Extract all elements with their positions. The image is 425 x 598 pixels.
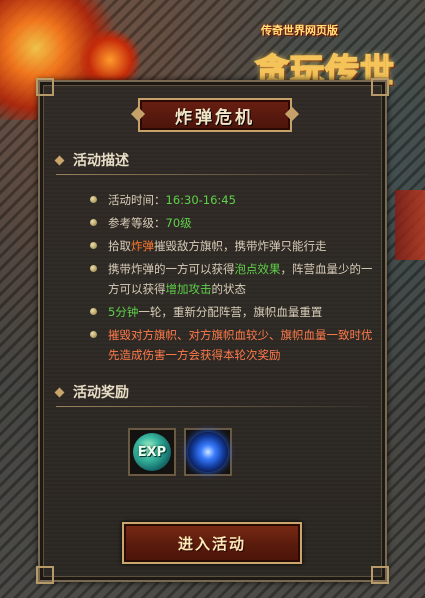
rule-text: 携带炸弹的一方可以获得 (108, 262, 235, 276)
red-banner (395, 190, 425, 260)
attack-buff-highlight: 增加攻击 (165, 282, 212, 296)
panel-corner (36, 566, 54, 584)
description-heading: 活动描述 (54, 150, 129, 170)
section-divider (56, 406, 369, 407)
logo-subtitle: 传奇世界网页版 (261, 24, 338, 37)
list-item: 摧毁对方旗帜、对方旗帜血较少、旗帜血量一致时优先造成伤害一方会获得本轮次奖励 (90, 325, 378, 365)
enter-event-button[interactable]: 进入活动 (122, 522, 302, 564)
list-item: 5分钟一轮，重新分配阵营，旗帜血量重置 (90, 302, 378, 322)
list-item: 活动时间：16:30-16:45 (90, 190, 378, 210)
time-label: 活动时间： (108, 193, 166, 207)
rule-text: 摧毁敌方旗帜，携带炸弹只能行走 (154, 239, 327, 253)
list-item: 携带炸弹的一方可以获得泡点效果，阵营血量少的一方可以获得增加攻击的状态 (90, 259, 378, 299)
panel-title-plate: 炸弹危机 (138, 98, 292, 132)
panel-corner (36, 78, 54, 96)
panel-corner (371, 566, 389, 584)
bullet-icon (90, 219, 97, 226)
list-item: 参考等级：70级 (90, 213, 378, 233)
rule-text: 拾取 (108, 239, 131, 253)
time-value: 16:30-16:45 (165, 193, 236, 207)
panel-title: 炸弹危机 (175, 107, 255, 128)
reward-heading: 活动奖励 (54, 382, 129, 402)
bomb-highlight: 炸弹 (131, 239, 154, 253)
description-list: 活动时间：16:30-16:45 参考等级：70级 拾取炸弹摧毁敌方旗帜，携带炸… (90, 190, 378, 365)
level-value: 70级 (165, 216, 192, 230)
exp-label: EXP (137, 444, 167, 460)
rule-text: 一轮，重新分配阵营，旗帜血量重置 (138, 305, 323, 319)
exp-orb-icon: EXP (133, 433, 171, 471)
diamond-bullet-icon (54, 155, 65, 165)
bullet-icon (90, 265, 97, 272)
blue-orb-icon (188, 432, 228, 472)
reward-slot-orb[interactable] (184, 428, 232, 476)
rule-text: 的状态 (211, 282, 247, 296)
bullet-icon (90, 196, 97, 203)
event-panel: 炸弹危机 活动描述 活动时间：16:30-16:45 参考等级：70级 拾取炸弹… (36, 78, 389, 584)
bullet-icon (90, 308, 97, 315)
section-divider (56, 174, 369, 175)
reward-list: EXP (128, 428, 232, 476)
description-heading-label: 活动描述 (73, 153, 129, 169)
reward-rule-text: 摧毁对方旗帜、对方旗帜血较少、旗帜血量一致时优先造成伤害一方会获得本轮次奖励 (108, 328, 373, 362)
reward-slot-exp[interactable]: EXP (128, 428, 176, 476)
bullet-icon (90, 331, 97, 338)
round-time-highlight: 5分钟 (108, 305, 139, 319)
panel-corner (371, 78, 389, 96)
bubble-effect-highlight: 泡点效果 (234, 262, 281, 276)
diamond-bullet-icon (54, 387, 65, 397)
bullet-icon (90, 242, 97, 249)
list-item: 拾取炸弹摧毁敌方旗帜，携带炸弹只能行走 (90, 236, 378, 256)
level-label: 参考等级： (108, 216, 166, 230)
reward-heading-label: 活动奖励 (73, 385, 129, 401)
